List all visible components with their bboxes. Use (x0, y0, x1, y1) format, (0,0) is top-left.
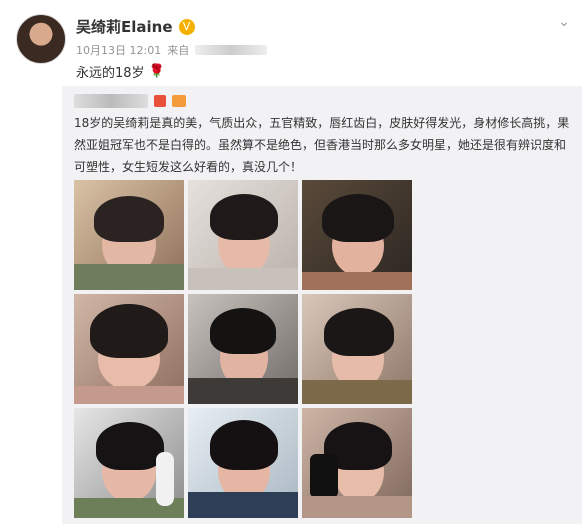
badge-icon (154, 95, 166, 107)
gift-icon (172, 95, 186, 107)
image-grid (74, 180, 434, 524)
post-text: 永远的18岁 (76, 66, 145, 81)
repost-header (74, 94, 186, 108)
chevron-down-icon[interactable]: ⌄ (558, 14, 570, 30)
post-meta: 10月13日 12:01 来自 (76, 42, 268, 58)
weibo-post: ⌄ 吴绮莉Elaine V 10月13日 12:01 来自 永远的18岁 🌹 1… (0, 0, 586, 524)
photo-thumbnail-7[interactable] (74, 408, 184, 518)
repost-text: 18岁的吴绮莉是真的美，气质出众，五官精致，唇红齿白，皮肤好得发光，身材修长高挑… (74, 116, 570, 174)
post-time[interactable]: 10月13日 12:01 (76, 42, 161, 58)
photo-thumbnail-3[interactable] (302, 180, 412, 290)
photo-thumbnail-2[interactable] (188, 180, 298, 290)
photo-thumbnail-8[interactable] (188, 408, 298, 518)
post-content: 永远的18岁 🌹 (76, 62, 165, 81)
photo-thumbnail-4[interactable] (74, 294, 184, 404)
photo-thumbnail-1[interactable] (74, 180, 184, 290)
photo-thumbnail-6[interactable] (302, 294, 412, 404)
repost-author-blurred[interactable] (74, 94, 148, 108)
repost-card[interactable]: 18岁的吴绮莉是真的美，气质出众，五官精致，唇红齿白，皮肤好得发光，身材修长高挑… (62, 86, 582, 524)
source-blurred (195, 45, 268, 55)
verified-badge-icon: V (178, 18, 195, 35)
avatar[interactable] (16, 14, 66, 64)
photo-thumbnail-5[interactable] (188, 294, 298, 404)
source-prefix: 来自 (167, 44, 190, 57)
photo-thumbnail-9[interactable] (302, 408, 412, 518)
user-row: 吴绮莉Elaine V (76, 16, 195, 37)
rose-icon: 🌹 (148, 64, 165, 79)
username[interactable]: 吴绮莉Elaine (76, 16, 173, 37)
